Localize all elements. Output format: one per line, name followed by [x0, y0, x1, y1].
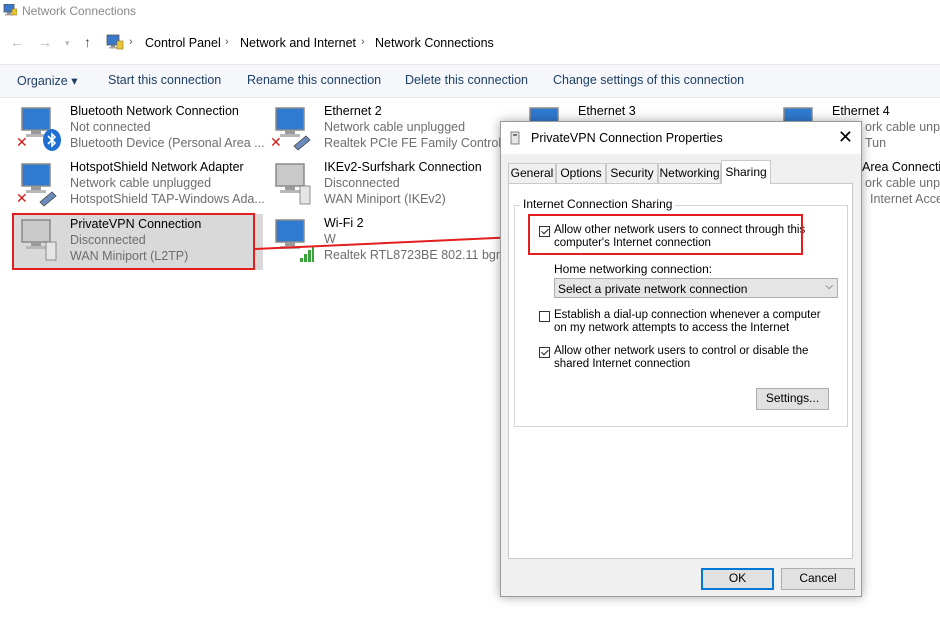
connection-device: HotspotShield TAP-Windows Ada...	[70, 192, 265, 206]
connection-item-hotspotshield[interactable]: ✕ HotspotShield Network Adapter Network …	[14, 160, 265, 212]
breadcrumb-separator: ›	[129, 36, 133, 48]
dialog-titlebar: PrivateVPN Connection Properties ✕	[501, 122, 861, 154]
connection-name: Area Connecti	[862, 160, 940, 174]
tab-options[interactable]: Options	[556, 163, 606, 183]
wan-miniport-icon	[275, 163, 311, 205]
dialog-title: PrivateVPN Connection Properties	[531, 131, 723, 145]
home-networking-label: Home networking connection:	[554, 262, 713, 276]
window-title: Network Connections	[22, 4, 137, 18]
breadcrumb-network-connections[interactable]: Network Connections	[375, 36, 494, 50]
connection-name: Ethernet 4	[832, 104, 890, 118]
connection-device: Bluetooth Device (Personal Area ...	[70, 136, 265, 150]
start-connection-command[interactable]: Start this connection	[108, 73, 221, 87]
properties-dialog: PrivateVPN Connection Properties ✕ Gener…	[500, 121, 862, 597]
command-bar: Organize ▾ Start this connection Rename …	[0, 64, 940, 98]
connection-status: Network cable unplugged	[70, 176, 212, 190]
cancel-button[interactable]: Cancel	[781, 568, 855, 590]
tab-general[interactable]: General	[508, 163, 556, 183]
highlight-box	[528, 214, 803, 255]
connection-status: Network cable unplugged	[324, 120, 466, 134]
breadcrumb-network-and-internet[interactable]: Network and Internet	[240, 36, 356, 50]
connection-name: Ethernet 2	[324, 104, 382, 118]
connection-item-ethernet-2[interactable]: ✕ Ethernet 2 Network cable unplugged Rea…	[268, 104, 518, 156]
settings-button[interactable]: Settings...	[756, 388, 829, 410]
dialup-checkbox[interactable]	[539, 311, 550, 322]
bluetooth-icon	[43, 129, 61, 151]
organize-menu[interactable]: Organize ▾	[17, 73, 77, 88]
connection-item-ikev2-surfshark[interactable]: IKEv2-Surfshark Connection Disconnected …	[268, 160, 518, 212]
disconnected-x-icon: ✕	[16, 134, 28, 150]
forward-arrow-icon[interactable]: →	[38, 34, 52, 50]
ok-button[interactable]: OK	[701, 568, 774, 590]
home-networking-select[interactable]: Select a private network connection ⌵	[554, 278, 838, 298]
delete-connection-command[interactable]: Delete this connection	[405, 73, 528, 87]
allow-control-label: Allow other network users to control or …	[554, 345, 809, 370]
rename-connection-command[interactable]: Rename this connection	[247, 73, 381, 87]
change-settings-command[interactable]: Change settings of this connection	[553, 73, 744, 87]
connection-device: WAN Miniport (IKEv2)	[324, 192, 446, 206]
connection-device: Realtek PCIe FE Family Controller	[324, 136, 516, 150]
connection-name: HotspotShield Network Adapter	[70, 160, 244, 174]
breadcrumb-separator: ›	[361, 36, 365, 48]
wan-miniport-icon	[510, 131, 520, 145]
connection-status: Disconnected	[324, 176, 400, 190]
connection-item-bluetooth[interactable]: ✕ Bluetooth Network Connection Not conne…	[14, 104, 265, 156]
tab-sharing[interactable]: Sharing	[721, 160, 771, 184]
breadcrumb-control-panel[interactable]: Control Panel	[145, 36, 221, 50]
disconnected-x-icon: ✕	[270, 134, 282, 150]
tab-networking[interactable]: Networking	[658, 163, 721, 183]
dialup-label: Establish a dial-up connection whenever …	[554, 309, 821, 334]
recent-locations-chevron-icon[interactable]: ▾	[65, 38, 70, 49]
connection-status: Not connected	[70, 120, 151, 134]
highlight-box	[12, 213, 255, 270]
back-arrow-icon[interactable]: ←	[10, 34, 24, 50]
allow-control-checkbox[interactable]	[539, 347, 550, 358]
close-icon[interactable]: ✕	[838, 127, 853, 148]
network-connections-icon	[3, 4, 17, 16]
annotation-arrow	[254, 231, 528, 250]
chevron-down-icon: ⌵	[825, 281, 833, 292]
control-panel-icon	[106, 34, 124, 50]
connection-status: ork cable unplu	[865, 176, 940, 190]
connection-device: Internet Acce	[870, 192, 940, 206]
address-bar: ← → ▾ ↑ › Control Panel › Network and In…	[0, 28, 940, 58]
disconnected-x-icon: ✕	[16, 190, 28, 206]
connection-name: Bluetooth Network Connection	[70, 104, 239, 118]
connection-device: Tun	[865, 136, 887, 150]
ics-group-label: Internet Connection Sharing	[520, 197, 676, 211]
up-arrow-icon[interactable]: ↑	[84, 34, 91, 50]
window-titlebar: Network Connections	[0, 0, 940, 24]
connection-status: ork cable unplu	[865, 120, 940, 134]
connection-name: IKEv2-Surfshark Connection	[324, 160, 482, 174]
home-networking-value: Select a private network connection	[558, 282, 748, 296]
breadcrumb-separator: ›	[225, 36, 229, 48]
tab-security[interactable]: Security	[606, 163, 658, 183]
connection-name: Ethernet 3	[578, 104, 636, 118]
